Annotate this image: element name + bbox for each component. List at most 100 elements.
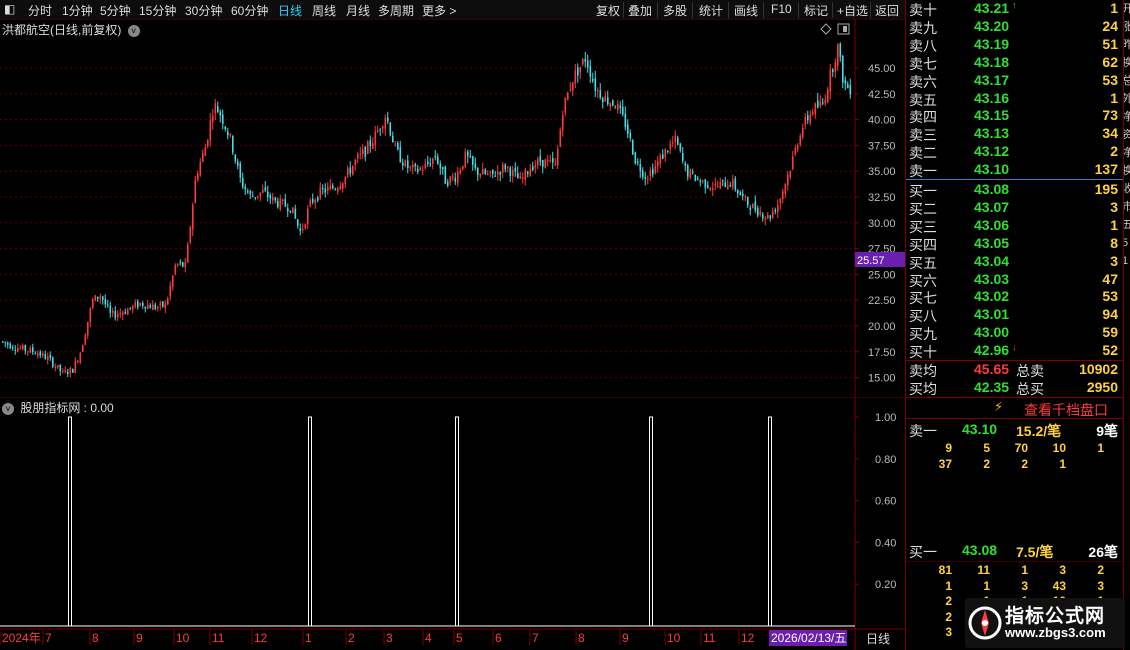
candle-body [564, 97, 567, 113]
indicator-chart[interactable]: 1.00 0.80 0.60 0.40 0.20 2024年 7 8 9 10 11 12 1 2 3 4 5… [0, 396, 905, 650]
bids-row[interactable]: 买一 43.08 195 [906, 181, 1124, 199]
candle-body [509, 167, 512, 177]
candle-body [304, 224, 307, 228]
candle-body [782, 191, 784, 200]
asks-row[interactable]: 卖七 43.18 62 [906, 54, 1124, 72]
candle-body [312, 198, 314, 203]
period-tab-5min[interactable]: 5分钟 [100, 2, 131, 19]
asks-row[interactable]: 卖九 43.20 24 [906, 18, 1124, 36]
queue-cell: 1 [945, 578, 952, 593]
candle-body [544, 159, 547, 169]
mark-button[interactable]: 标记 [804, 2, 828, 19]
bids-row[interactable]: 买七 43.02 53 [906, 288, 1124, 306]
bids-row[interactable]: 买六 43.03 47 [906, 271, 1124, 289]
bids-row[interactable]: 买四 43.05 8 [906, 235, 1124, 253]
period-tab-multi[interactable]: 多周期 [378, 2, 414, 19]
bids-row[interactable]: 买十 42.96 ↓ 52 [906, 342, 1124, 360]
candle-body [707, 185, 709, 188]
bids-row[interactable]: 买五 43.04 3 [906, 253, 1124, 271]
asks-row[interactable]: 卖六 43.17 53 [906, 72, 1124, 90]
back-icon[interactable]: ◧ [4, 2, 15, 16]
period-tab-fenshi[interactable]: 分时 [28, 2, 52, 19]
candle-body [264, 187, 267, 191]
candle-body [634, 152, 637, 164]
candle-body [57, 364, 59, 368]
period-tab-60min[interactable]: 60分钟 [231, 2, 268, 19]
candle-body [419, 168, 422, 170]
asks-row[interactable]: 卖一 43.10 137 [906, 161, 1124, 179]
candle-body [699, 180, 702, 183]
asks-row[interactable]: 卖四 43.15 73 [906, 107, 1124, 125]
period-tab-30min[interactable]: 30分钟 [185, 2, 222, 19]
period-tab-1min[interactable]: 1分钟 [62, 2, 93, 19]
candle-body [514, 167, 517, 172]
overlay-button[interactable]: 叠加 [628, 2, 652, 19]
candle-body [332, 185, 334, 189]
candle-body [494, 175, 497, 177]
period-tab-15min[interactable]: 15分钟 [139, 2, 176, 19]
candle-body [49, 354, 52, 358]
period-tab-weekly[interactable]: 周线 [312, 2, 336, 19]
candle-body [54, 366, 57, 368]
candle-body [184, 262, 187, 268]
candle-body [52, 357, 54, 367]
candle-body [12, 347, 14, 349]
y-tick-label: 30.00 [868, 218, 896, 230]
chevron-down-icon[interactable]: ˅ [127, 24, 140, 37]
candle-body [829, 69, 832, 92]
asks-row[interactable]: 卖八 43.19 51 [906, 36, 1124, 54]
candle-body [567, 92, 569, 100]
side-strip-label: 涨 [1124, 18, 1130, 36]
candle-body [137, 301, 139, 308]
candle-body [614, 107, 617, 109]
queue-cell: 70 [1014, 441, 1028, 455]
candle-body [242, 177, 244, 188]
candle-body [232, 136, 234, 153]
queue-cell: 2 [1097, 563, 1104, 577]
candle-body [582, 59, 584, 65]
candle-body [799, 136, 802, 145]
return-button[interactable]: 返回 [875, 2, 899, 19]
kline-svg[interactable]: 45.0042.5040.0037.5035.0032.5030.0027.50… [0, 20, 905, 397]
chevron-down-icon[interactable]: ˅ [2, 402, 14, 415]
kline-chart[interactable]: 45.00 42.50 40.00 37.50 35.00 32.50 30.00 27.50… [0, 20, 905, 397]
asks-row[interactable]: 卖五 43.16 1 [906, 90, 1124, 108]
asks-row[interactable]: 卖十 43.21 ↑ 1 [906, 0, 1124, 18]
stats-button[interactable]: 统计 [699, 2, 723, 19]
period-toolbar: ◧ 分时 1分钟 5分钟 15分钟 30分钟 60分钟 日线 周线 月线 多周期… [0, 0, 905, 20]
bids-row[interactable]: 买二 43.07 3 [906, 199, 1124, 217]
asks-row[interactable]: 卖二 43.12 2 [906, 143, 1124, 161]
depth-buy1-row: 买一 43.08 7.5/笔 26笔 [909, 542, 1118, 560]
candle-body [267, 191, 269, 198]
period-tab-daily[interactable]: 日线 [278, 2, 302, 19]
f10-button[interactable]: F10 [771, 2, 792, 16]
candle-body [449, 176, 452, 184]
candle-body [397, 142, 399, 150]
candle-body [779, 199, 782, 204]
queue-cell: 2 [1021, 456, 1028, 471]
candle-body [712, 188, 714, 190]
bids-row[interactable]: 买三 43.06 1 [906, 217, 1124, 235]
depth-link[interactable]: 查看千档盘口 [1024, 400, 1108, 420]
draw-line-button[interactable]: 画线 [734, 2, 758, 19]
candle-body [717, 186, 719, 188]
candle-body [807, 115, 809, 121]
bids-row[interactable]: 买八 43.01 94 [906, 306, 1124, 324]
fuquan-button[interactable]: 复权 [596, 2, 620, 19]
indicator-title-row: ˅ 股朋指标网 : 0.00 [2, 399, 114, 416]
candle-body [592, 79, 594, 81]
multi-stock-button[interactable]: 多股 [663, 2, 687, 19]
asks-row[interactable]: 卖三 43.13 34 [906, 125, 1124, 143]
candle-body [289, 210, 292, 213]
period-tab-more[interactable]: 更多 > [422, 2, 456, 19]
candle-body [62, 370, 64, 372]
period-tab-monthly[interactable]: 月线 [346, 2, 370, 19]
indicator-svg[interactable]: 1.000.800.600.400.20 2024年 7 8 9 10 11 12 1 2 3 4 5… [0, 396, 905, 650]
candle-body [404, 160, 407, 167]
time-axis-label: 12 [741, 631, 755, 645]
orderbook-panel: 卖十 43.21 ↑ 1 卖九 43.20 24 卖八 43.19 51 卖七 43.18 62 卖六 43… [905, 0, 1124, 650]
add-watchlist-button[interactable]: +自选 [837, 2, 868, 19]
bids-row[interactable]: 买九 43.00 59 [906, 324, 1124, 342]
candle-body [709, 188, 712, 191]
candle-body [382, 126, 384, 129]
